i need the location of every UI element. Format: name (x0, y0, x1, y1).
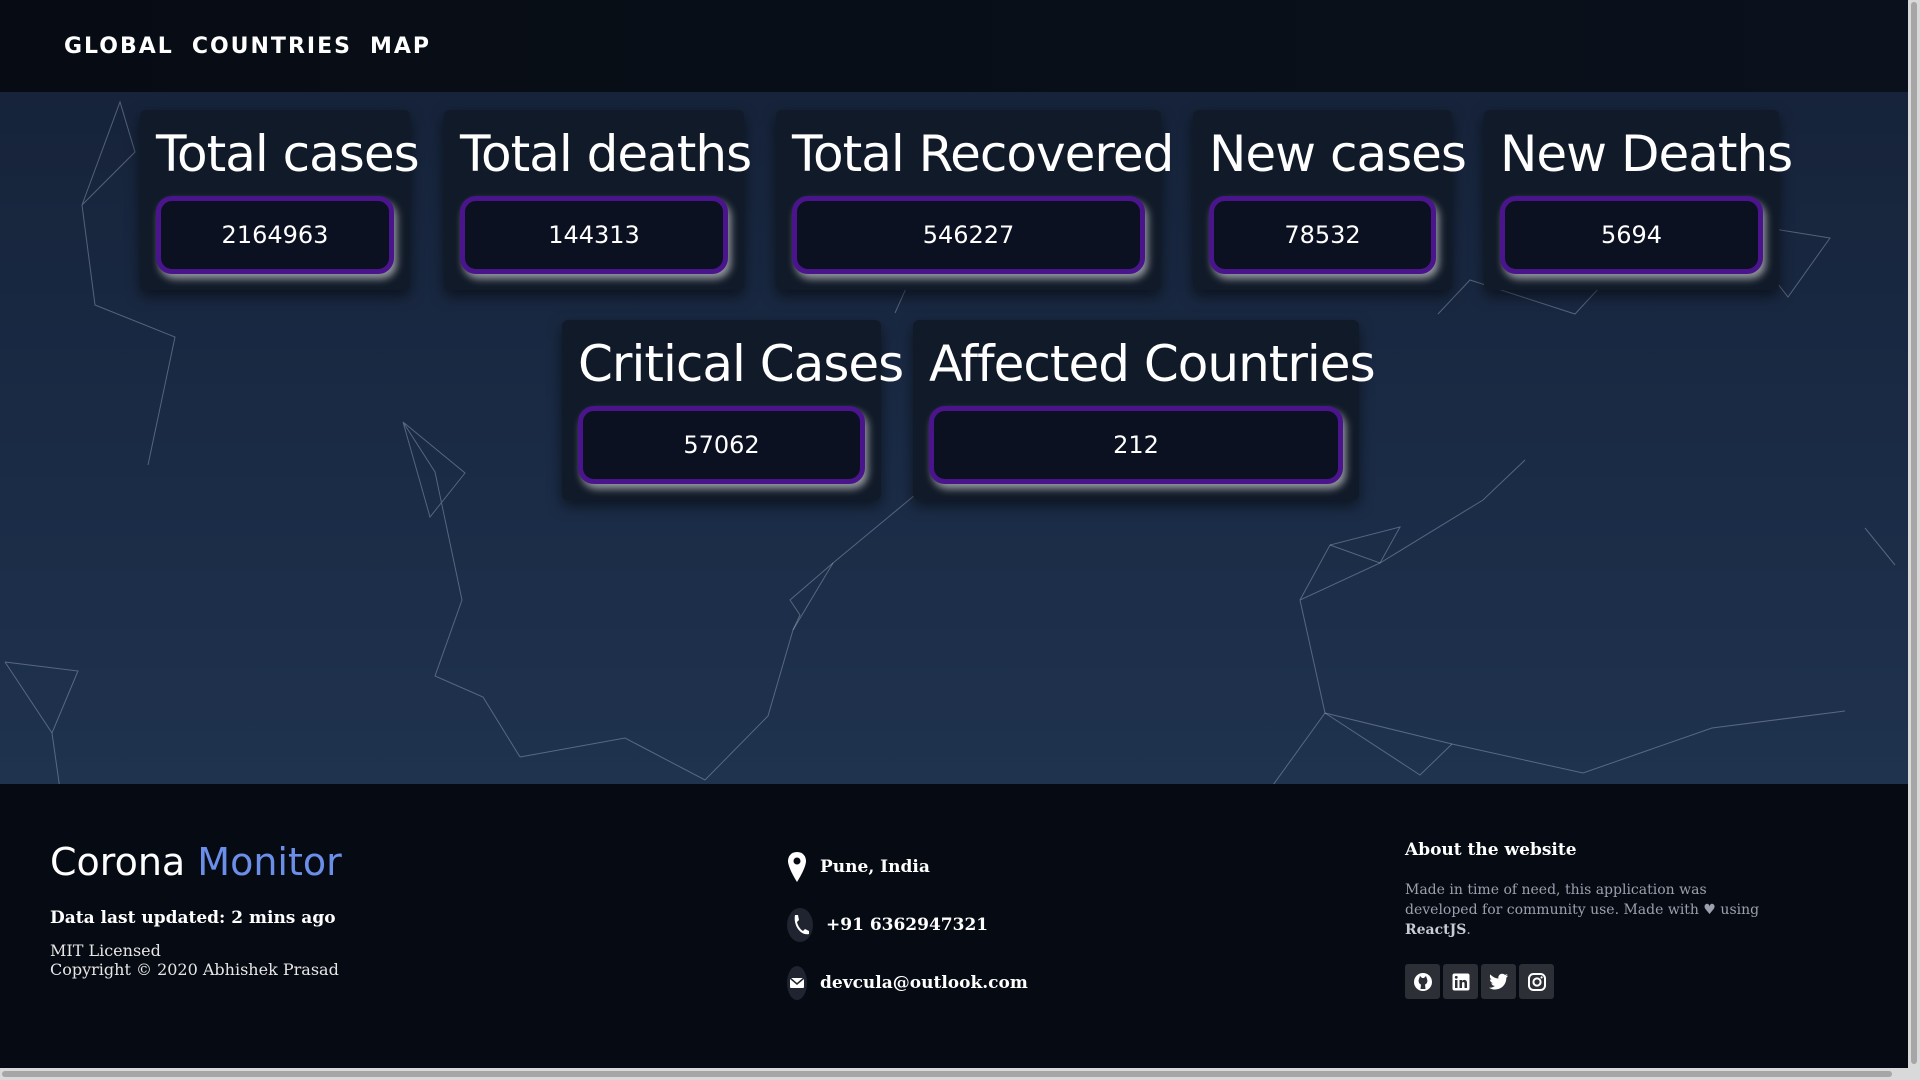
brand-name: Corona (50, 840, 186, 884)
about-text: Made in time of need, this application w… (1405, 880, 1775, 940)
twitter-icon[interactable] (1481, 964, 1516, 999)
card-critical-cases: Critical Cases 57062 (562, 320, 904, 500)
instagram-icon[interactable] (1519, 964, 1554, 999)
map-pin-icon (786, 850, 808, 884)
vertical-scrollbar[interactable] (1908, 0, 1920, 1080)
location-text: Pune, India (820, 857, 930, 877)
card-title: Total deaths (460, 125, 752, 183)
card-new-deaths: New Deaths 5694 (1484, 110, 1793, 290)
card-title: Affected Countries (929, 335, 1376, 393)
license-line: MIT Licensed (50, 941, 161, 960)
stat-value: 5694 (1500, 196, 1763, 274)
card-title: Total cases (156, 125, 420, 183)
stats-section: Total cases 2164963 Total deaths 144313 … (0, 92, 1908, 784)
contact-location: Pune, India (786, 850, 930, 884)
about-title: About the website (1405, 840, 1577, 860)
about-text-part2: using (1720, 902, 1760, 918)
linkedin-icon[interactable] (1443, 964, 1478, 999)
contact-phone: +91 6362947321 (786, 908, 988, 942)
card-total-deaths: Total deaths 144313 (444, 110, 752, 290)
nav-link-countries[interactable]: COUNTRIES (192, 34, 352, 59)
license-text: MIT Licensed Copyright © 2020 Abhishek P… (50, 941, 339, 979)
brand-accent: Monitor (197, 840, 342, 884)
stat-value: 212 (929, 406, 1343, 484)
stat-value: 2164963 (156, 196, 394, 274)
phone-text[interactable]: +91 6362947321 (826, 915, 988, 935)
card-new-cases: New cases 78532 (1193, 110, 1467, 290)
card-title: Total Recovered (792, 125, 1174, 183)
about-end: . (1466, 922, 1471, 938)
stat-value: 57062 (578, 406, 865, 484)
footer: Corona Monitor Data last updated: 2 mins… (0, 784, 1908, 1068)
contact-email: devcula@outlook.com (786, 966, 1028, 1000)
heart-icon: ♥ (1703, 902, 1716, 918)
social-links (1405, 964, 1557, 999)
scrollbar-thumb[interactable] (1911, 2, 1917, 1064)
nav-link-map[interactable]: MAP (370, 34, 431, 59)
about-text-part1: Made in time of need, this application w… (1405, 882, 1707, 918)
scrollbar-thumb[interactable] (2, 1071, 1892, 1077)
github-icon[interactable] (1405, 964, 1440, 999)
card-title: Critical Cases (578, 335, 904, 393)
card-total-cases: Total cases 2164963 (140, 110, 420, 290)
nav-link-global[interactable]: GLOBAL (64, 34, 174, 59)
stat-value: 144313 (460, 196, 728, 274)
card-affected-countries: Affected Countries 212 (913, 320, 1376, 500)
envelope-icon (786, 966, 808, 1000)
stat-value: 78532 (1209, 196, 1436, 274)
top-navbar: GLOBAL COUNTRIES MAP (0, 0, 1908, 92)
copyright-line: Copyright © 2020 Abhishek Prasad (50, 960, 339, 979)
brand-logo: Corona Monitor (50, 840, 342, 884)
card-title: New cases (1209, 125, 1467, 183)
horizontal-scrollbar[interactable] (0, 1068, 1908, 1080)
stat-value: 546227 (792, 196, 1145, 274)
email-text[interactable]: devcula@outlook.com (820, 973, 1028, 993)
last-updated-text: Data last updated: 2 mins ago (50, 908, 336, 928)
about-tech: ReactJS (1405, 922, 1467, 938)
phone-icon (786, 908, 814, 942)
card-title: New Deaths (1500, 125, 1793, 183)
card-total-recovered: Total Recovered 546227 (776, 110, 1174, 290)
